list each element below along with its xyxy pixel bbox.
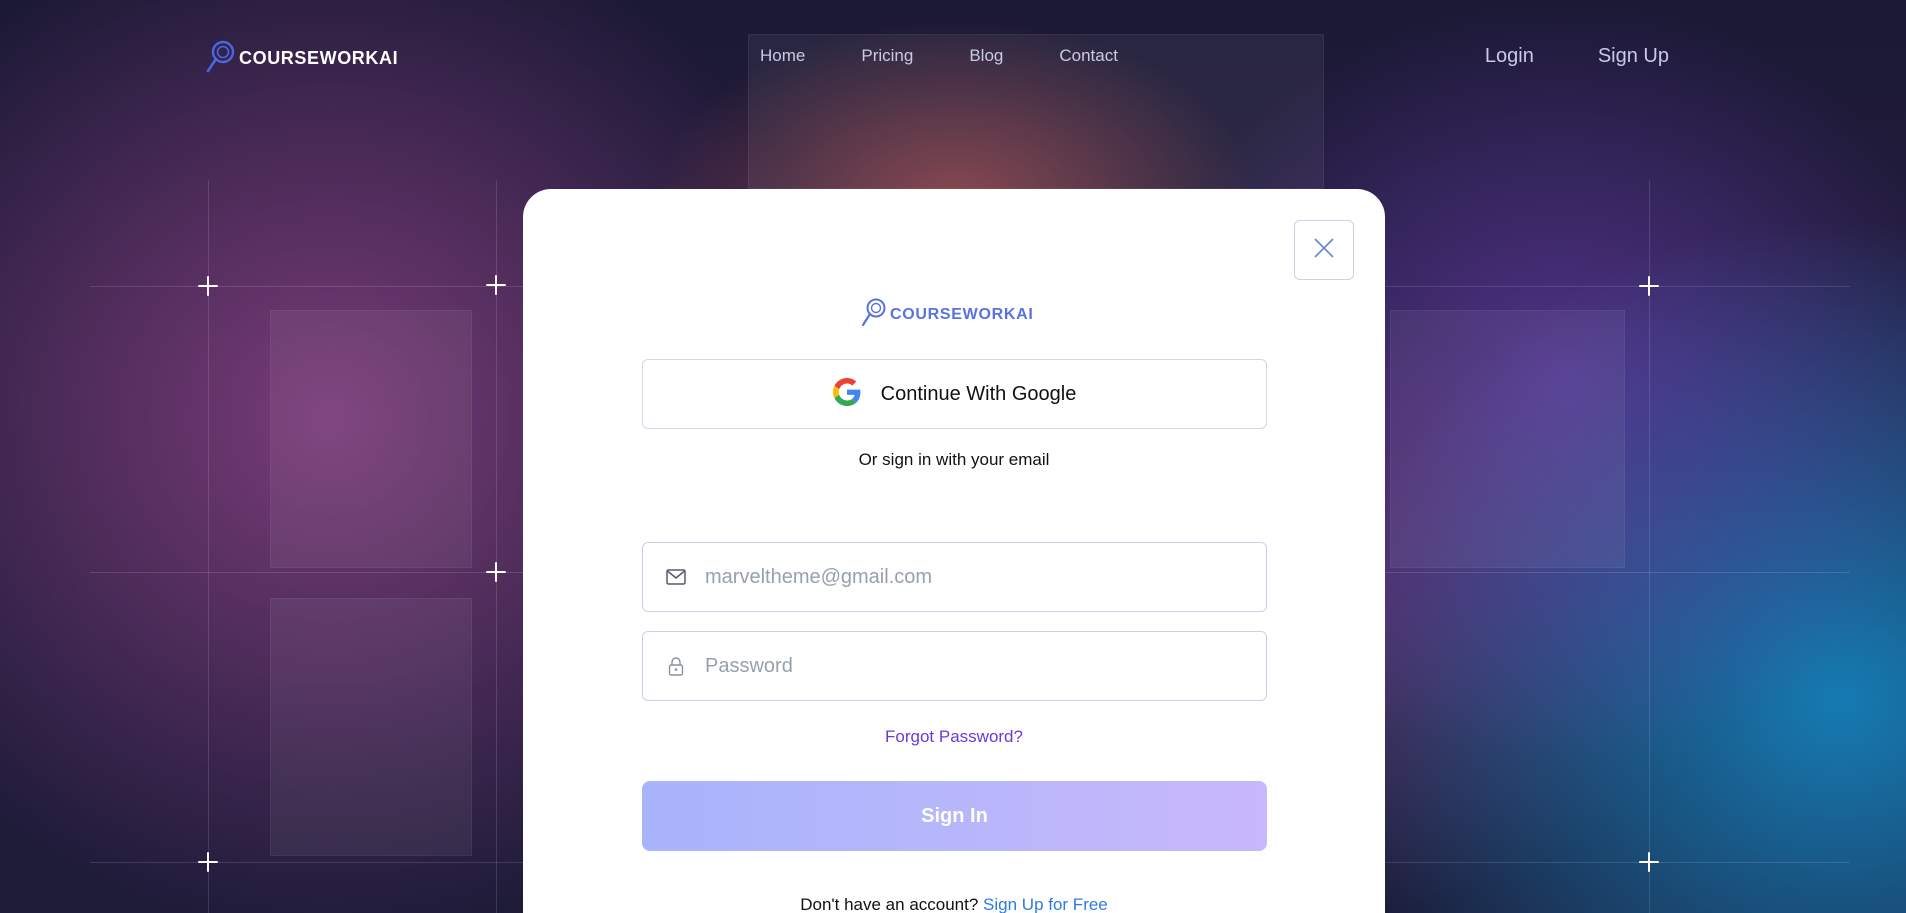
close-button[interactable]	[1294, 220, 1354, 280]
nav-link-contact[interactable]: Contact	[1059, 46, 1118, 66]
nav-link-home[interactable]: Home	[760, 46, 805, 66]
brand-logo[interactable]: COURSEWORKAI	[205, 38, 398, 79]
sparkle-icon	[486, 562, 506, 582]
modal-brand-name: COURSEWORKAI	[890, 305, 1034, 323]
logo-magnifier-icon	[860, 296, 888, 333]
lock-icon	[643, 656, 705, 676]
auth-menu: Login Sign Up	[1485, 45, 1669, 68]
password-field[interactable]	[642, 631, 1267, 701]
signup-prompt: Don't have an account? Sign Up for Free	[523, 895, 1385, 913]
nav-link-pricing[interactable]: Pricing	[861, 46, 913, 66]
main-menu: Home Pricing Blog Contact	[760, 46, 1118, 66]
email-field[interactable]	[642, 542, 1267, 612]
no-account-text: Don't have an account?	[800, 895, 979, 913]
background-panel	[1390, 310, 1625, 568]
sparkle-icon	[1639, 276, 1659, 296]
email-input[interactable]	[705, 543, 1266, 611]
mail-icon	[643, 569, 705, 585]
google-signin-button[interactable]: Continue With Google	[642, 359, 1267, 429]
password-input[interactable]	[705, 632, 1266, 700]
background-panel	[270, 598, 472, 856]
google-icon	[832, 377, 861, 411]
forgot-password-link[interactable]: Forgot Password?	[523, 727, 1385, 747]
google-button-label: Continue With Google	[880, 382, 1077, 405]
login-link[interactable]: Login	[1485, 45, 1534, 68]
signin-modal: COURSEWORKAI Continue With Google Or sig…	[523, 189, 1385, 913]
signup-link[interactable]: Sign Up	[1598, 45, 1669, 68]
close-icon	[1313, 237, 1335, 264]
nav-link-blog[interactable]: Blog	[969, 46, 1003, 66]
modal-brand-logo: COURSEWORKAI	[860, 296, 1034, 333]
sparkle-icon	[1639, 852, 1659, 872]
brand-name: COURSEWORKAI	[239, 48, 399, 68]
signup-free-link[interactable]: Sign Up for Free	[983, 895, 1108, 913]
top-navigation: COURSEWORKAI Home Pricing Blog Contact L…	[0, 0, 1906, 110]
logo-magnifier-icon	[205, 38, 237, 79]
background-panel	[270, 310, 472, 568]
sparkle-icon	[198, 276, 218, 296]
sign-in-button[interactable]: Sign In	[642, 781, 1267, 851]
email-divider-text: Or sign in with your email	[858, 450, 1050, 469]
sparkle-icon	[198, 852, 218, 872]
sparkle-icon	[486, 275, 506, 295]
